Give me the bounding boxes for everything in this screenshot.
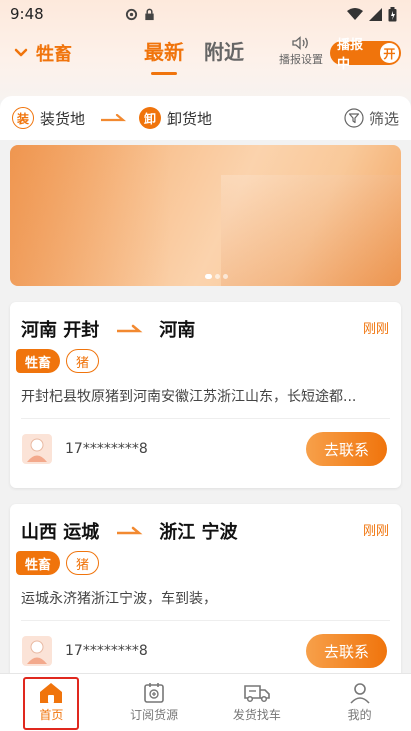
listing-description: 开封杞县牧原猪到河南安徽江苏浙江山东，长短途都... <box>21 389 357 405</box>
subscribe-icon <box>144 683 164 703</box>
nav-item-subscribe[interactable]: 订阅货源 <box>103 674 206 731</box>
truck-icon <box>244 685 270 703</box>
user-avatar-icon <box>27 640 47 664</box>
unload-location-selector[interactable]: 卸 卸货地 <box>139 107 212 129</box>
filter-button[interactable]: 筛选 <box>344 108 399 129</box>
banner-dot <box>205 274 212 279</box>
contact-row: 17********8 去联系 <box>22 634 387 668</box>
contact-phone: 17********8 <box>65 643 148 659</box>
listing-description: 运城永济猪浙江宁波，车到装， <box>21 591 217 607</box>
settings-gear-icon <box>125 8 138 20</box>
broadcast-toggle[interactable]: 播报中 开 <box>330 38 401 72</box>
listing-time: 刚刚 <box>362 322 389 337</box>
nav-label-subscribe: 订阅货源 <box>130 708 179 722</box>
home-icon <box>40 683 63 703</box>
contact-row: 17********8 去联系 <box>22 432 387 466</box>
listing-tags: 牲畜 猪 <box>16 551 100 575</box>
filter-bar: 装 装货地 卸 卸货地 筛选 <box>0 96 411 140</box>
status-icons <box>125 6 397 22</box>
category-selector[interactable]: 牲畜 <box>14 40 72 66</box>
battery-icon <box>388 6 397 21</box>
contact-button[interactable]: 去联系 <box>306 432 387 466</box>
divider <box>21 418 390 419</box>
status-time: 9:48 <box>10 5 44 23</box>
tag-category: 牲畜 <box>16 551 61 575</box>
banner-pagination <box>205 274 228 279</box>
signal-icon <box>369 7 382 21</box>
top-header: 牲畜 最新 附近 播报设置 播报中 开 <box>0 28 411 78</box>
unload-badge-icon: 卸 <box>139 107 162 129</box>
nav-label-ship: 发货找车 <box>232 708 281 722</box>
broadcast-setting-button[interactable]: 播报设置 <box>276 36 326 67</box>
broadcast-setting-label: 播报设置 <box>279 53 323 66</box>
listing-route: 山西 运城 浙江 宁波 <box>21 518 238 544</box>
nav-item-home[interactable]: 首页 <box>0 674 103 731</box>
wifi-icon <box>347 7 363 20</box>
banner-shade <box>10 145 170 286</box>
broadcast-status-label: 播报中 <box>337 38 364 72</box>
contact-phone: 17********8 <box>65 441 148 457</box>
banner-shade <box>221 175 401 286</box>
tab-nearby[interactable]: 附近 <box>204 36 244 75</box>
lock-icon <box>145 8 154 20</box>
listing-card[interactable]: 山西 运城 浙江 宁波 刚刚 牲畜 猪 运城永济猪浙江宁波，车到装， 17***… <box>10 504 401 690</box>
listing-origin: 山西 运城 <box>21 522 100 543</box>
category-label: 牲畜 <box>36 44 72 65</box>
avatar <box>22 434 52 464</box>
nav-item-profile[interactable]: 我的 <box>308 674 411 731</box>
listing-card[interactable]: 河南 开封 河南 刚刚 牲畜 猪 开封杞县牧原猪到河南安徽江苏浙江山东，长短途都… <box>10 302 401 488</box>
user-avatar-icon <box>27 438 47 462</box>
tab-bar: 最新 附近 <box>144 36 244 75</box>
broadcast-toggle-knob: 开 <box>379 43 399 63</box>
listing-destination: 河南 <box>159 320 196 341</box>
promo-banner[interactable] <box>10 145 401 286</box>
filter-label: 筛选 <box>368 109 399 128</box>
tab-latest[interactable]: 最新 <box>144 36 184 75</box>
load-badge-icon: 装 <box>12 107 34 129</box>
tag-cargo: 猪 <box>66 551 100 575</box>
tag-cargo: 猪 <box>66 349 100 373</box>
tag-category: 牲畜 <box>16 349 61 373</box>
nav-item-ship[interactable]: 发货找车 <box>206 674 309 731</box>
user-icon <box>350 683 370 704</box>
listing-tags: 牲畜 猪 <box>16 349 100 373</box>
load-location-label: 装货地 <box>40 109 86 128</box>
avatar <box>22 636 52 666</box>
speaker-icon <box>292 36 308 50</box>
route-arrow-icon <box>117 324 143 333</box>
bottom-nav: 首页 订阅货源 发货找车 我的 <box>0 673 411 731</box>
listing-origin: 河南 开封 <box>21 320 100 341</box>
nav-label-profile: 我的 <box>347 708 372 722</box>
listing-time: 刚刚 <box>362 524 389 539</box>
route-arrow-icon <box>117 526 143 535</box>
listing-destination: 浙江 宁波 <box>159 522 238 543</box>
status-bar: 9:48 <box>0 0 411 28</box>
divider <box>21 620 390 621</box>
chevron-down-icon <box>14 48 28 57</box>
filter-icon <box>344 108 364 128</box>
unload-location-label: 卸货地 <box>167 109 213 128</box>
listing-route: 河南 开封 河南 <box>21 316 195 342</box>
route-arrow-icon <box>101 114 127 122</box>
load-location-selector[interactable]: 装 装货地 <box>12 107 85 129</box>
contact-button[interactable]: 去联系 <box>306 634 387 668</box>
banner-dot <box>223 274 228 279</box>
banner-dot <box>215 274 220 279</box>
nav-label-home: 首页 <box>39 708 64 722</box>
